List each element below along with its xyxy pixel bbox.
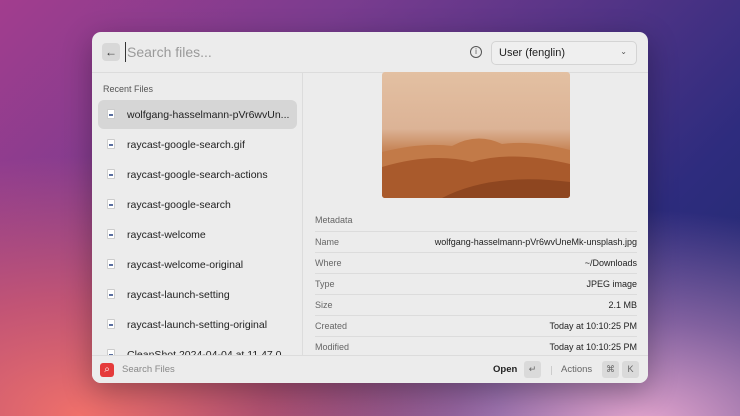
search-bar: ← i User (fenglin) ⌄: [92, 32, 648, 73]
actions-button[interactable]: Actions: [561, 364, 592, 375]
file-icon: [107, 259, 115, 269]
file-icon: [107, 169, 115, 179]
file-list-item[interactable]: raycast-google-search.gif: [98, 130, 297, 159]
metadata-row: Created Today at 10:10:25 PM: [315, 315, 637, 336]
file-icon: [107, 199, 115, 209]
file-list-item[interactable]: raycast-welcome-original: [98, 250, 297, 279]
command-name: Search Files: [122, 364, 175, 375]
desert-dunes-image: [382, 138, 570, 198]
file-icon: [107, 229, 115, 239]
metadata-row: Name wolfgang-hasselmann-pVr6wvUneMk-unsp…: [315, 231, 637, 252]
file-name: wolfgang-hasselmann-pVr6wvUn...: [127, 109, 290, 121]
metadata-value: wolfgang-hasselmann-pVr6wvUneMk-unsplash…: [434, 237, 637, 247]
metadata-value: 2.1 MB: [608, 300, 637, 310]
metadata-row: Modified Today at 10:10:25 PM: [315, 336, 637, 357]
file-icon: [107, 289, 115, 299]
metadata-key: Size: [315, 300, 333, 310]
file-name: raycast-google-search.gif: [127, 139, 245, 151]
metadata-row: Size 2.1 MB: [315, 294, 637, 315]
metadata-row: Where ~/Downloads: [315, 252, 637, 273]
file-preview-image: [382, 72, 570, 198]
metadata-value: JPEG image: [586, 279, 637, 289]
metadata-value: Today at 10:10:25 PM: [549, 342, 637, 352]
file-list-item[interactable]: raycast-google-search-actions: [98, 160, 297, 189]
file-name: raycast-welcome-original: [127, 259, 244, 271]
file-icon: [107, 139, 115, 149]
section-title: Recent Files: [103, 84, 154, 94]
file-name: raycast-google-search-actions: [127, 169, 268, 181]
metadata-key: Name: [315, 237, 340, 247]
scope-dropdown[interactable]: User (fenglin) ⌄: [491, 41, 637, 65]
file-icon: [107, 319, 115, 329]
file-icon: [107, 109, 115, 119]
divider: [551, 366, 552, 375]
info-icon[interactable]: i: [470, 46, 482, 58]
file-list-item[interactable]: raycast-welcome: [98, 220, 297, 249]
k-key-icon: K: [622, 361, 639, 378]
arrow-left-icon: ←: [105, 45, 117, 59]
metadata-row: Type JPEG image: [315, 273, 637, 294]
open-action[interactable]: Open: [493, 364, 517, 375]
file-list-item[interactable]: raycast-google-search: [98, 190, 297, 219]
metadata-key: Where: [315, 258, 342, 268]
file-name: raycast-google-search: [127, 199, 231, 211]
raycast-search-icon: ⌕: [100, 363, 114, 377]
metadata-title: Metadata: [315, 215, 353, 225]
detail-panel: Metadata Name wolfgang-hasselmann-pVr6wvU…: [304, 72, 648, 357]
metadata-value: ~/Downloads: [584, 258, 637, 268]
file-name: raycast-welcome: [127, 229, 206, 241]
chevron-down-icon: ⌄: [620, 47, 627, 56]
metadata-key: Type: [315, 279, 335, 289]
command-key-icon: ⌘: [602, 361, 619, 378]
file-name: raycast-launch-setting: [127, 289, 230, 301]
back-button[interactable]: ←: [102, 43, 120, 61]
search-input[interactable]: [125, 42, 425, 62]
file-list-item[interactable]: wolfgang-hasselmann-pVr6wvUn...: [98, 100, 297, 129]
metadata-key: Modified: [315, 342, 350, 352]
enter-key-icon: ↵: [524, 361, 541, 378]
scope-label: User (fenglin): [499, 47, 566, 59]
metadata-key: Created: [315, 321, 348, 331]
metadata-value: Today at 10:10:25 PM: [549, 321, 637, 331]
file-list-item[interactable]: raycast-launch-setting-original: [98, 310, 297, 339]
action-bar: ⌕ Search Files Open ↵ Actions ⌘ K: [92, 355, 648, 383]
file-list: Recent Files wolfgang-hasselmann-pVr6wvU…: [92, 73, 303, 361]
file-name: raycast-launch-setting-original: [127, 319, 268, 331]
file-list-item[interactable]: raycast-launch-setting: [98, 280, 297, 309]
raycast-window: ← i User (fenglin) ⌄ Recent Files wolfgan…: [92, 32, 648, 383]
